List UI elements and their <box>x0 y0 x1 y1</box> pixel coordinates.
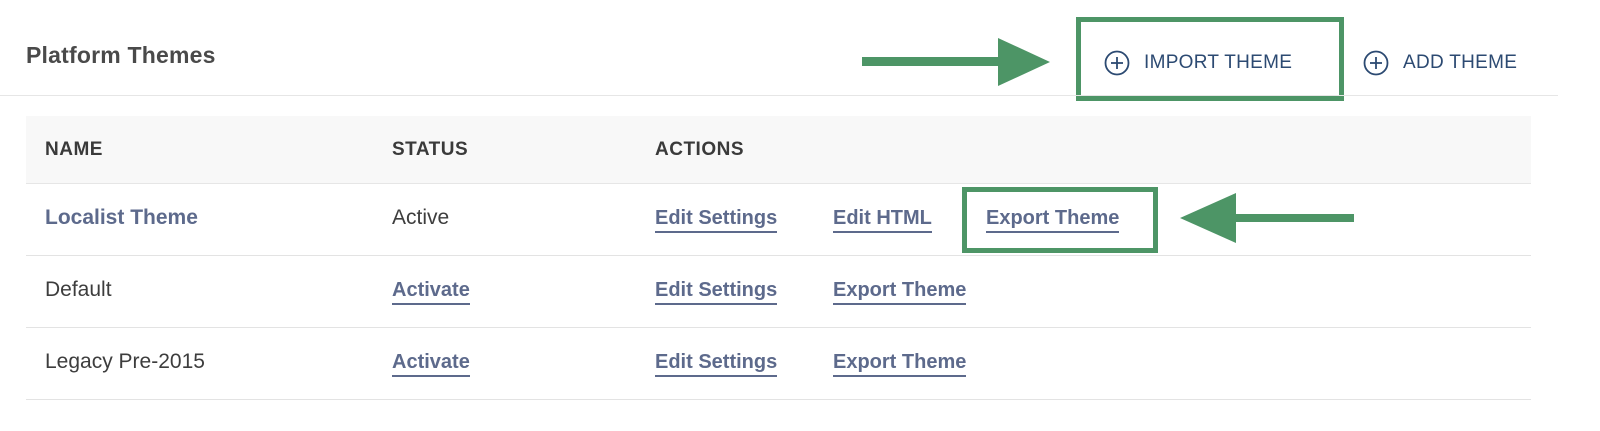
import-theme-button[interactable]: IMPORT THEME <box>1104 50 1292 76</box>
activate-link[interactable]: Activate <box>392 279 470 305</box>
export-highlight-box <box>962 187 1158 253</box>
export-theme-link[interactable]: Export Theme <box>833 279 967 305</box>
export-theme-link[interactable]: Export Theme <box>833 351 967 377</box>
column-header-name: NAME <box>45 139 103 160</box>
table-row: Default Activate Edit Settings Export Th… <box>26 256 1531 328</box>
status-text: Active <box>392 206 450 229</box>
edit-settings-link[interactable]: Edit Settings <box>655 351 778 377</box>
table-header: NAME STATUS ACTIONS <box>26 116 1531 184</box>
edit-settings-link[interactable]: Edit Settings <box>655 207 778 233</box>
plus-circle-icon <box>1104 50 1130 76</box>
theme-name-link[interactable]: Localist Theme <box>45 206 198 230</box>
edit-settings-link[interactable]: Edit Settings <box>655 279 778 305</box>
activate-link[interactable]: Activate <box>392 351 470 377</box>
add-theme-label: ADD THEME <box>1403 52 1518 73</box>
arrow-left-icon <box>1180 193 1354 243</box>
theme-name: Default <box>45 278 112 301</box>
plus-circle-icon <box>1363 50 1389 76</box>
theme-name: Legacy Pre-2015 <box>45 350 205 373</box>
arrow-right-icon <box>862 38 1050 86</box>
column-header-actions: ACTIONS <box>655 139 744 160</box>
edit-html-link[interactable]: Edit HTML <box>833 207 932 233</box>
header-divider <box>0 95 1558 96</box>
themes-table: NAME STATUS ACTIONS Localist Theme Activ… <box>26 116 1531 400</box>
page-title: Platform Themes <box>26 42 216 68</box>
add-theme-button[interactable]: ADD THEME <box>1363 50 1517 76</box>
column-header-status: STATUS <box>392 139 469 160</box>
table-row: Legacy Pre-2015 Activate Edit Settings E… <box>26 328 1531 400</box>
import-theme-label: IMPORT THEME <box>1144 52 1293 73</box>
